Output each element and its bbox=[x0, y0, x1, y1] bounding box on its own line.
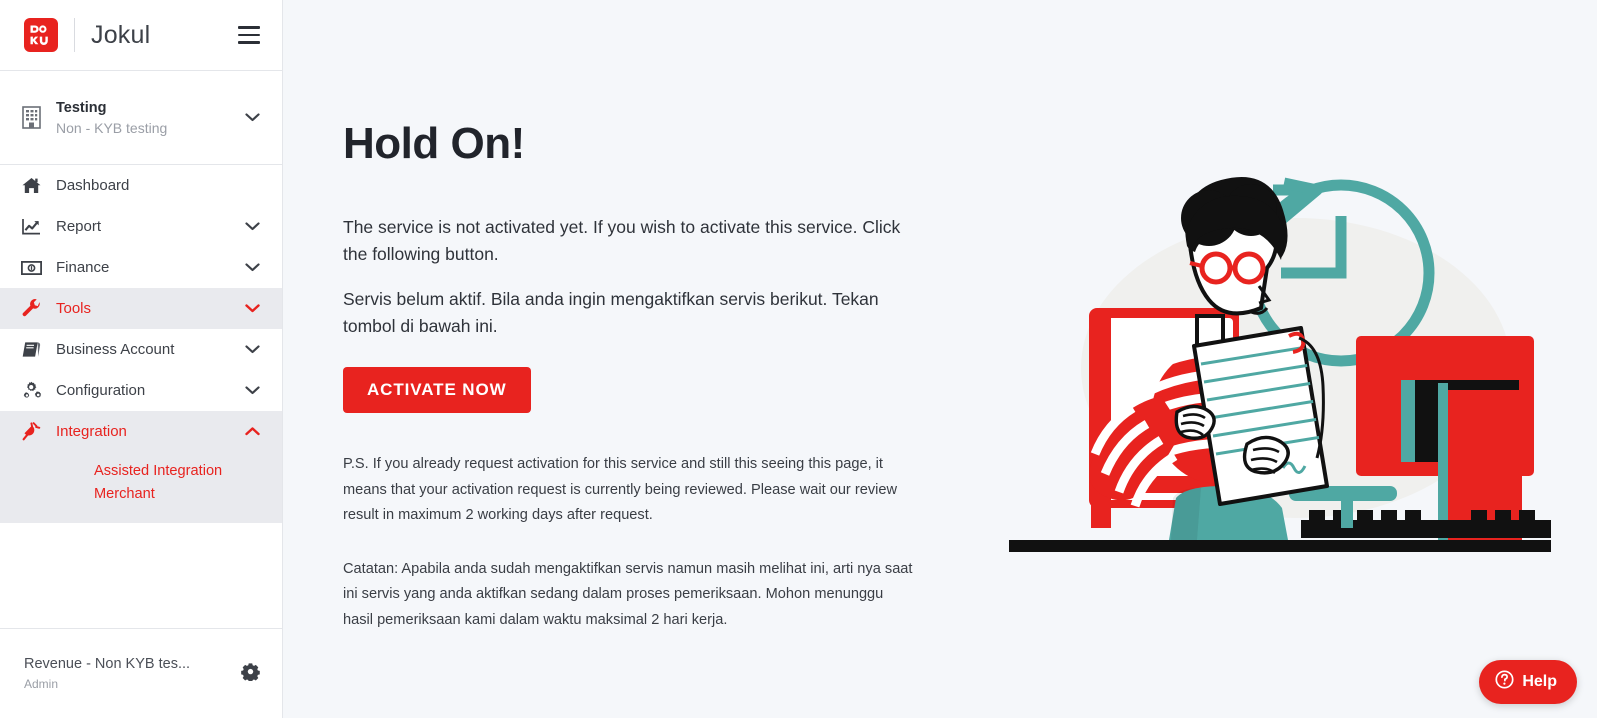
org-name: Testing bbox=[56, 99, 107, 116]
doku-logo-icon[interactable] bbox=[24, 18, 58, 52]
brand-header: Jokul bbox=[0, 0, 282, 71]
sidebar-item-label: Integration bbox=[56, 423, 127, 440]
activation-illustration bbox=[1001, 168, 1561, 568]
sidebar-item-label: Configuration bbox=[56, 382, 146, 399]
integration-submenu: Assisted Integration Merchant bbox=[0, 452, 282, 523]
activate-now-button[interactable]: ACTIVATE NOW bbox=[343, 367, 531, 413]
org-text: Testing Non - KYB testing bbox=[56, 100, 167, 136]
app-root: Jokul Testing Non - KYB testing Dashboar… bbox=[0, 0, 1597, 718]
banknote-icon bbox=[18, 260, 44, 275]
home-icon bbox=[18, 177, 44, 194]
sidebar-group-integration: Integration Assisted Integration Merchan… bbox=[0, 411, 282, 523]
help-button[interactable]: Help bbox=[1479, 660, 1577, 704]
chevron-down-icon[interactable] bbox=[245, 382, 260, 399]
chevron-down-icon[interactable] bbox=[245, 341, 260, 358]
sidebar-footer: Revenue - Non KYB tes... Admin bbox=[0, 628, 282, 718]
building-icon bbox=[18, 106, 44, 129]
sidebar-item-label: Dashboard bbox=[56, 177, 130, 194]
note-text-en: P.S. If you already request activation f… bbox=[343, 456, 898, 523]
sidebar-item-label: Finance bbox=[56, 259, 110, 276]
hamburger-menu-icon[interactable] bbox=[238, 26, 260, 44]
account-info: Revenue - Non KYB tes... Admin bbox=[24, 656, 190, 691]
sidebar-item-configuration[interactable]: Configuration bbox=[0, 370, 282, 411]
sidebar-item-dashboard[interactable]: Dashboard bbox=[0, 165, 282, 206]
activation-panel: Hold On! The service is not activated ye… bbox=[343, 118, 943, 633]
brand-divider bbox=[74, 18, 75, 52]
lead-text-id: Servis belum aktif. Bila anda ingin meng… bbox=[343, 289, 879, 336]
sidebar-item-integration[interactable]: Integration bbox=[0, 411, 282, 452]
chevron-down-icon[interactable] bbox=[245, 300, 260, 317]
chevron-down-icon[interactable] bbox=[245, 259, 260, 276]
gears-icon bbox=[18, 381, 44, 400]
org-switcher[interactable]: Testing Non - KYB testing bbox=[0, 71, 282, 165]
lead-text-en: The service is not activated yet. If you… bbox=[343, 217, 901, 264]
main-content: Hold On! The service is not activated ye… bbox=[283, 0, 1597, 718]
account-role: Admin bbox=[24, 677, 59, 691]
brand-name: Jokul bbox=[91, 20, 151, 49]
sidebar-subitem-assisted-integration-merchant[interactable]: Assisted Integration Merchant bbox=[94, 460, 260, 505]
sidebar-nav: Dashboard Report Finance Tools Business … bbox=[0, 165, 282, 576]
help-label: Help bbox=[1522, 673, 1557, 690]
chevron-down-icon[interactable] bbox=[245, 218, 260, 235]
sidebar-item-report[interactable]: Report bbox=[0, 206, 282, 247]
question-circle-icon bbox=[1495, 670, 1514, 694]
gear-icon[interactable] bbox=[241, 662, 260, 686]
sidebar-item-finance[interactable]: Finance bbox=[0, 247, 282, 288]
chart-line-icon bbox=[18, 218, 44, 235]
sidebar-item-label: Tools bbox=[56, 300, 92, 317]
plug-icon bbox=[18, 422, 44, 441]
sidebar-item-business-account[interactable]: Business Account bbox=[0, 329, 282, 370]
chevron-down-icon[interactable] bbox=[245, 109, 260, 127]
account-name: Revenue - Non KYB tes... bbox=[24, 656, 191, 672]
chevron-up-icon[interactable] bbox=[245, 423, 260, 440]
sidebar-item-label: Report bbox=[56, 218, 102, 235]
org-subtitle: Non - KYB testing bbox=[56, 119, 168, 136]
page-title: Hold On! bbox=[343, 119, 525, 168]
wrench-icon bbox=[18, 299, 44, 318]
note-text-id: Catatan: Apabila anda sudah mengaktifkan… bbox=[343, 560, 913, 628]
sidebar-item-tools[interactable]: Tools bbox=[0, 288, 282, 329]
sidebar: Jokul Testing Non - KYB testing Dashboar… bbox=[0, 0, 283, 718]
sidebar-item-label: Business Account bbox=[56, 341, 175, 358]
book-icon bbox=[18, 341, 44, 358]
